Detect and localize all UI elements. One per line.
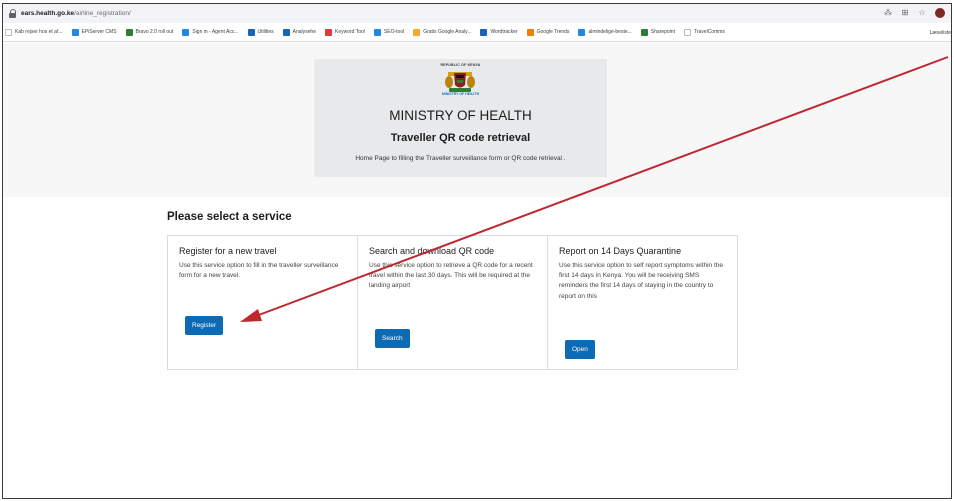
page-subtitle: Traveller QR code retrieval xyxy=(390,132,531,144)
bookmark-favicon-icon xyxy=(683,28,691,36)
bookmark-item[interactable]: TravelComms xyxy=(683,28,725,36)
service-card-register: Register for a new travel Use this servi… xyxy=(167,235,358,370)
register-button[interactable]: Register xyxy=(185,316,224,335)
bookmark-item[interactable]: Kab rejser hos et af... xyxy=(5,28,63,36)
bookmark-item[interactable]: EPiServer CMS xyxy=(71,28,117,36)
card-title: Search and download QR code xyxy=(369,246,495,256)
bookmark-item[interactable]: Sharepoint xyxy=(640,28,675,36)
bookmark-label: Sign in - Agent Acc... xyxy=(192,29,239,35)
bookmark-label: Sharepoint xyxy=(650,29,675,35)
service-card-search: Search and download QR code Use this ser… xyxy=(357,235,548,370)
translate-icon[interactable]: ⁂ xyxy=(884,9,892,17)
bookmark-favicon-icon xyxy=(640,28,648,36)
bookmark-label: Keyword Tool xyxy=(334,29,365,35)
bookmark-label: Utilities xyxy=(257,29,274,35)
bookmark-favicon-icon xyxy=(71,28,79,36)
card-description: Use this service option to self report s… xyxy=(559,262,724,300)
bookmark-favicon-icon xyxy=(247,28,255,36)
bookmark-favicon-icon xyxy=(413,28,421,36)
page-description: Home Page to filling the Traveller surve… xyxy=(355,155,566,162)
star-icon[interactable]: ☆ xyxy=(918,9,926,17)
search-button[interactable]: Search xyxy=(375,329,410,348)
bookmark-label: Gratis Google Analy... xyxy=(423,29,472,35)
bookmark-favicon-icon xyxy=(125,28,133,36)
bookmark-item[interactable]: Analysehe xyxy=(282,28,316,36)
bookmark-favicon-icon xyxy=(324,28,332,36)
bookmark-favicon-icon xyxy=(578,28,586,36)
service-card-quarantine: Report on 14 Days Quarantine Use this se… xyxy=(547,235,738,370)
bookmark-item[interactable]: SEO-tool xyxy=(373,28,405,36)
bookmark-label: Analysehe xyxy=(292,29,316,35)
card-title: Report on 14 Days Quarantine xyxy=(559,246,682,256)
bookmark-item[interactable]: Gratis Google Analy... xyxy=(413,28,472,36)
bookmark-item[interactable]: Sign in - Agent Acc... xyxy=(182,28,239,36)
bookmark-favicon-icon xyxy=(182,28,190,36)
open-button[interactable]: Open xyxy=(565,340,595,359)
address-bar[interactable]: ears.health.go.ke/airline_registration/ … xyxy=(3,4,951,23)
browser-window: ears.health.go.ke/airline_registration/ … xyxy=(2,3,952,499)
service-cards: Register for a new travel Use this servi… xyxy=(167,235,741,370)
url-domain: ears.health.go.ke xyxy=(21,10,75,17)
bookmarks-bar: Kab rejser hos et af... EPiServer CMS Brav… xyxy=(3,23,951,42)
bookmark-label: EPiServer CMS xyxy=(81,29,117,35)
bookmark-label: Wordtracker xyxy=(490,29,518,35)
page-content: REPUBLIC OF KENYA MINISTRY OF HEALTH MIN… xyxy=(3,43,951,498)
bookmark-item[interactable]: Wordtracker xyxy=(480,28,518,36)
bookmark-item[interactable]: Utilities xyxy=(247,28,274,36)
bookmark-favicon-icon xyxy=(526,28,534,36)
bookmark-item[interactable]: almindelige-beste... xyxy=(578,28,632,36)
bookmark-label: Bravo 2.0 roll out xyxy=(135,29,174,35)
ministry-caption: MINISTRY OF HEALTH xyxy=(441,92,480,96)
card-title: Register for a new travel xyxy=(179,246,277,256)
bookmark-item[interactable]: Bravo 2.0 roll out xyxy=(125,28,174,36)
page-title: MINISTRY OF HEALTH xyxy=(389,108,532,123)
bookmark-label: TravelComms xyxy=(693,29,725,35)
address-bar-actions: ⁂ ⊞ ☆ xyxy=(884,8,945,18)
grid-icon[interactable]: ⊞ xyxy=(901,9,909,17)
url-path: /airline_registration/ xyxy=(74,10,131,17)
bookmark-label: SEO-tool xyxy=(383,29,405,35)
bookmark-label: almindelige-beste... xyxy=(588,29,632,35)
card-description: Use this service option to retrieve a QR… xyxy=(369,262,533,290)
url-text[interactable]: ears.health.go.ke/airline_registration/ xyxy=(21,10,131,17)
bookmark-favicon-icon xyxy=(5,28,12,36)
kenya-coat-of-arms-icon xyxy=(445,72,475,92)
bookmark-label: Google Trends xyxy=(536,29,570,35)
reading-list[interactable]: Læseliste xyxy=(925,23,951,41)
bookmark-item[interactable]: Google Trends xyxy=(526,28,570,36)
bookmark-favicon-icon xyxy=(480,28,488,36)
card-description: Use this service option to fill in the t… xyxy=(179,262,339,280)
lock-icon xyxy=(9,9,17,18)
bookmark-favicon-icon xyxy=(282,28,290,36)
bookmark-favicon-icon xyxy=(373,28,381,36)
profile-avatar-icon[interactable] xyxy=(935,8,945,18)
bookmark-item[interactable]: Keyword Tool xyxy=(324,28,365,36)
bookmark-label: Kab rejser hos et af... xyxy=(15,29,63,35)
hero-panel: REPUBLIC OF KENYA MINISTRY OF HEALTH MIN… xyxy=(314,59,607,177)
section-heading: Please select a service xyxy=(167,211,292,223)
seal-caption: REPUBLIC OF KENYA xyxy=(440,63,481,67)
